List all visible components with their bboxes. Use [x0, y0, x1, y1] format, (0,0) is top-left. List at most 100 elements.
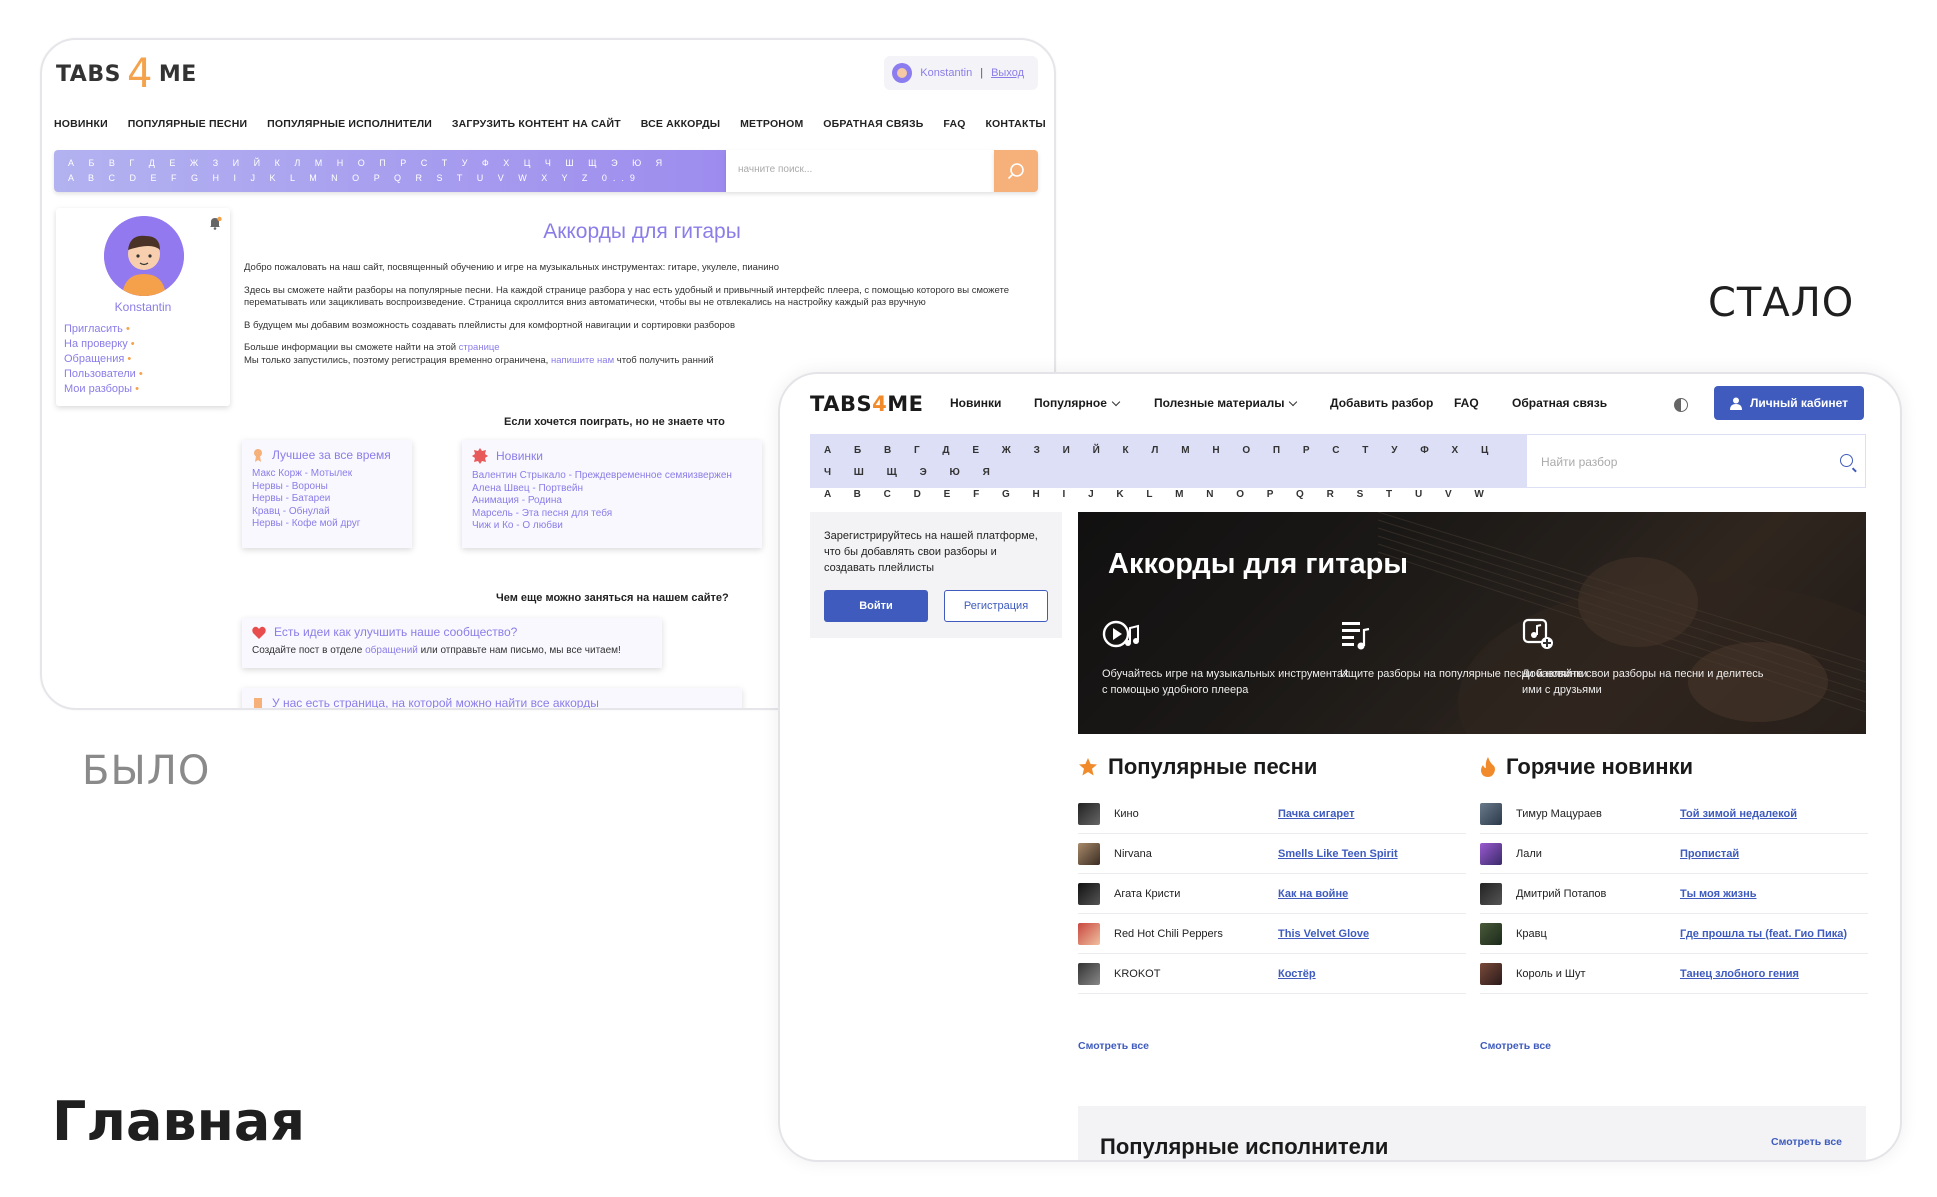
new-design-screenshot: TABS4ME Новинки Популярное Полезные мате… [778, 372, 1902, 1162]
new-nav-label: Добавить разбор [1330, 396, 1434, 410]
personal-account-button[interactable]: Личный кабинет [1714, 386, 1864, 420]
artist-name[interactable]: KROKOT [1114, 968, 1278, 980]
theme-toggle-icon[interactable] [1674, 398, 1688, 412]
see-all-popular-link[interactable]: Смотреть все [1078, 1040, 1149, 1052]
song-link[interactable]: Smells Like Teen Spirit [1278, 848, 1398, 860]
old-contact-link[interactable]: напишите нам [551, 355, 614, 366]
old-logout-link[interactable]: Выход [991, 67, 1024, 79]
old-nav-item[interactable]: FAQ [943, 118, 965, 130]
song-row[interactable]: Король и Шут Танец злобного гения [1480, 954, 1868, 994]
artist-name[interactable]: Лали [1516, 848, 1680, 860]
old-nav-item[interactable]: ЗАГРУЗИТЬ КОНТЕНТ НА САЙТ [452, 118, 621, 130]
new-search-input[interactable]: Найти разбор [1526, 434, 1866, 488]
song-link[interactable]: Как на войне [1278, 888, 1348, 900]
old-nav-item[interactable]: ВСЕ АККОРДЫ [641, 118, 721, 130]
old-nav-item[interactable]: КОНТАКТЫ [985, 118, 1045, 130]
old-appeals-link[interactable]: обращений [365, 645, 418, 656]
artist-name[interactable]: Кино [1114, 808, 1278, 820]
new-logo[interactable]: TABS4ME [810, 392, 923, 416]
old-alphabet-en[interactable]: A B C D E F G H I J K L M N O P Q R S T … [68, 171, 712, 186]
new-alphabet-bar[interactable]: А Б В Г Д Е Ж З И Й К Л М Н О П Р С Т У … [810, 434, 1526, 522]
song-link[interactable]: This Velvet Glove [1278, 928, 1369, 940]
old-chords-title: У нас есть страница, на которой можно на… [272, 695, 599, 710]
old-text-span: чтоб получить ранний [614, 354, 714, 366]
artist-name[interactable]: Король и Шут [1516, 968, 1680, 980]
song-link[interactable]: Костёр [1278, 968, 1316, 980]
old-best-item[interactable]: Макс Корж - Мотылек [252, 468, 402, 481]
register-button[interactable]: Регистрация [944, 590, 1048, 622]
search-icon[interactable] [1840, 454, 1853, 467]
old-nav-item[interactable]: ПОПУЛЯРНЫЕ ИСПОЛНИТЕЛИ [267, 118, 432, 130]
see-all-artists-link[interactable]: Смотреть все [1771, 1136, 1842, 1148]
song-link[interactable]: Пачка сигарет [1278, 808, 1354, 820]
old-sidebar-link[interactable]: Обращения [64, 352, 143, 367]
new-nav-label: FAQ [1454, 396, 1479, 410]
artist-name[interactable]: Дмитрий Потапов [1516, 888, 1680, 900]
old-main-nav: НОВИНКИ ПОПУЛЯРНЫЕ ПЕСНИ ПОПУЛЯРНЫЕ ИСПО… [54, 118, 1046, 130]
song-row[interactable]: KROKOT Костёр [1078, 954, 1466, 994]
old-news-item[interactable]: Марсель - Эта песня для тебя [472, 508, 752, 521]
old-logo[interactable]: TABS 4 ME [56, 54, 197, 94]
song-row[interactable]: Агата Кристи Как на войне [1078, 874, 1466, 914]
song-row[interactable]: Лали Пропистай [1480, 834, 1868, 874]
song-link[interactable]: Где прошла ты (feat. Гио Пика) [1680, 928, 1847, 940]
old-best-item[interactable]: Нервы - Батареи [252, 493, 402, 506]
old-sidebar-link[interactable]: Пользователи [64, 367, 143, 382]
search-icon [1007, 163, 1024, 180]
artist-name[interactable]: Агата Кристи [1114, 888, 1278, 900]
old-nav-item[interactable]: ОБРАТНАЯ СВЯЗЬ [823, 118, 923, 130]
song-row[interactable]: Тимур Мацураев Той зимой недалекой [1480, 794, 1868, 834]
old-sidebar-link[interactable]: Пригласить [64, 322, 143, 337]
old-nav-item[interactable]: НОВИНКИ [54, 118, 108, 130]
old-search-input[interactable]: начните поиск... [726, 150, 994, 192]
old-alphabet-ru[interactable]: А Б В Г Д Е Ж З И Й К Л М Н О П Р С Т У … [68, 156, 712, 171]
popular-songs-list: Кино Пачка сигарет Nirvana Smells Like Tee… [1078, 794, 1466, 994]
old-best-item[interactable]: Кравц - Обнулай [252, 506, 402, 519]
old-sidebar-link[interactable]: Мои разборы [64, 382, 143, 397]
song-row[interactable]: Дмитрий Потапов Ты моя жизнь [1480, 874, 1868, 914]
login-button[interactable]: Войти [824, 590, 928, 622]
song-row[interactable]: Red Hot Chili Peppers This Velvet Glove [1078, 914, 1466, 954]
new-nav-item-popular[interactable]: Популярное [1034, 396, 1121, 410]
register-promo-text: Зарегистрируйтесь на нашей платформе, чт… [824, 530, 1038, 574]
old-sidebar-link[interactable]: На проверку [64, 337, 143, 352]
new-nav-item-materials[interactable]: Полезные материалы [1154, 396, 1298, 410]
new-nav-item-feedback[interactable]: Обратная связь [1512, 396, 1607, 410]
popular-songs-heading: Популярные песни [1078, 754, 1317, 780]
old-nav-item[interactable]: ПОПУЛЯРНЫЕ ПЕСНИ [128, 118, 248, 130]
old-search-button[interactable] [994, 150, 1038, 192]
new-nav-item-add[interactable]: Добавить разбор [1330, 396, 1433, 410]
song-row[interactable]: Кино Пачка сигарет [1078, 794, 1466, 834]
hot-new-title: Горячие новинки [1506, 754, 1694, 779]
artist-name[interactable]: Nirvana [1114, 848, 1278, 860]
old-info-link[interactable]: странице [459, 342, 500, 353]
song-row[interactable]: Nirvana Smells Like Teen Spirit [1078, 834, 1466, 874]
old-best-item[interactable]: Нервы - Кофе мой друг [252, 518, 402, 531]
old-paragraph: В будущем мы добавим возможность создава… [244, 319, 736, 331]
avatar[interactable] [104, 216, 184, 296]
song-link[interactable]: Той зимой недалекой [1680, 808, 1797, 820]
heart-icon [252, 626, 266, 639]
old-nav-item[interactable]: МЕТРОНОМ [740, 118, 803, 130]
song-link[interactable]: Пропистай [1680, 848, 1739, 860]
old-paragraph: Больше информации вы сможете найти на эт… [244, 342, 1044, 355]
song-link[interactable]: Танец злобного гения [1680, 968, 1799, 980]
old-news-item[interactable]: Чиж и Ко - О любви [472, 520, 752, 533]
artist-name[interactable]: Кравц [1516, 928, 1680, 940]
old-best-item[interactable]: Нервы - Вороны [252, 481, 402, 494]
medal-icon [254, 449, 262, 462]
new-nav-item-news[interactable]: Новинки [950, 396, 1001, 410]
see-all-hot-link[interactable]: Смотреть все [1480, 1040, 1551, 1052]
old-news-item[interactable]: Анимация - Родина [472, 495, 752, 508]
artist-name[interactable]: Red Hot Chili Peppers [1114, 928, 1278, 940]
old-alphabet-bar[interactable]: А Б В Г Д Е Ж З И Й К Л М Н О П Р С Т У … [54, 150, 726, 192]
song-row[interactable]: Кравц Где прошла ты (feat. Гио Пика) [1480, 914, 1868, 954]
old-user-name[interactable]: Konstantin [920, 67, 972, 79]
new-alphabet-ru[interactable]: А Б В Г Д Е Ж З И Й К Л М Н О П Р С Т У … [824, 440, 1512, 484]
old-news-item[interactable]: Алена Швец - Портвейн [472, 483, 752, 496]
song-link[interactable]: Ты моя жизнь [1680, 888, 1757, 900]
bell-icon[interactable] [208, 216, 222, 230]
new-nav-item-faq[interactable]: FAQ [1454, 396, 1479, 410]
artist-name[interactable]: Тимур Мацураев [1516, 808, 1680, 820]
old-news-item[interactable]: Валентин Стрыкало - Преждевременное семя… [472, 470, 752, 483]
